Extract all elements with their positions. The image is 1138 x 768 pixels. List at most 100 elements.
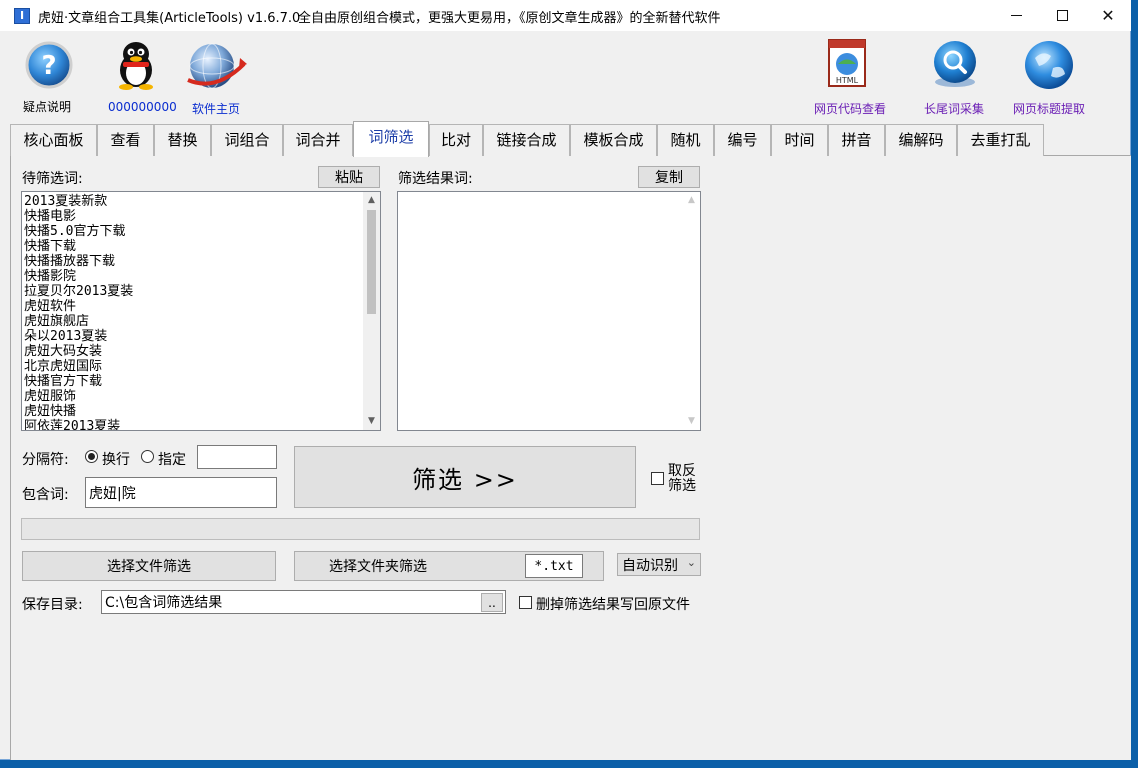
qq-penguin-icon (119, 42, 153, 90)
chevron-down-icon: ⌄ (686, 556, 696, 569)
tab-time[interactable]: 时间 (771, 124, 828, 156)
save-dir-input[interactable]: C:\包含词筛选结果 (101, 590, 506, 614)
minimize-button[interactable] (993, 0, 1039, 31)
html-file-icon: HTML (828, 39, 866, 87)
source-words-label: 待筛选词: (22, 171, 83, 187)
list-item: 虎妞软件 (24, 299, 77, 314)
tab-dedupe-shuffle[interactable]: 去重打乱 (957, 124, 1044, 156)
list-item: 虎妞快播 (24, 404, 77, 419)
longtail-button[interactable]: 长尾词采集 (918, 36, 994, 116)
invert-filter-checkbox[interactable] (651, 472, 664, 485)
invert-filter-label-line1: 取反 (668, 463, 696, 479)
radio-newline[interactable] (85, 450, 98, 463)
invert-filter-label: 取反 筛选 (668, 464, 696, 494)
scroll-up-icon[interactable]: ▲ (683, 192, 700, 209)
filter-button[interactable]: 筛选 >> (294, 446, 636, 508)
list-item: 朵以2013夏装 (24, 329, 108, 344)
close-icon: ✕ (1101, 6, 1115, 25)
radio-newline-label: 换行 (102, 452, 130, 468)
tab-number[interactable]: 编号 (714, 124, 771, 156)
help-label: 疑点说明 (23, 100, 72, 114)
source-words-textarea[interactable]: 2013夏装新款 快播电影 快播5.0官方下载 快播下载 快播播放器下载 快播影院 拉夏贝尔… (21, 191, 381, 431)
page-title-label: 网页标题提取 (1013, 102, 1086, 116)
tab-word-merge[interactable]: 词合并 (283, 124, 353, 156)
list-item: 北京虎妞国际 (24, 359, 103, 374)
separator-label: 分隔符: (22, 452, 69, 468)
home-label: 软件主页 (192, 102, 241, 116)
tab-encode-decode[interactable]: 编解码 (885, 124, 957, 156)
tab-word-filter[interactable]: 词筛选 (353, 121, 429, 157)
delete-writeback-label: 删掉筛选结果写回原文件 (536, 597, 690, 613)
help-icon: ? (25, 41, 73, 89)
choose-file-button[interactable]: 选择文件筛选 (22, 551, 276, 581)
browse-button[interactable]: .. (481, 593, 503, 612)
scroll-down-icon[interactable]: ▼ (683, 413, 700, 430)
list-item: 快播官方下载 (24, 374, 103, 389)
file-extension-input[interactable]: *.txt (525, 554, 583, 578)
list-item: 快播5.0官方下载 (24, 224, 126, 239)
save-dir-label: 保存目录: (22, 597, 83, 613)
copy-button[interactable]: 复制 (638, 166, 700, 188)
app-icon: I (14, 8, 30, 24)
qq-button[interactable]: 000000000 (104, 36, 177, 116)
source-word-list: 2013夏装新款 快播电影 快播5.0官方下载 快播下载 快播播放器下载 快播影院 拉夏贝尔… (24, 194, 134, 431)
help-button[interactable]: ? 疑点说明 (18, 36, 80, 116)
tab-core-panel[interactable]: 核心面板 (10, 124, 97, 156)
tab-replace[interactable]: 替换 (154, 124, 211, 156)
result-words-textarea[interactable]: ▲ ▼ (397, 191, 701, 431)
qq-label: 000000000 (108, 100, 177, 114)
html-view-button[interactable]: HTML 网页代码查看 (810, 36, 894, 116)
tab-link-compose[interactable]: 链接合成 (483, 124, 570, 156)
list-item: 2013夏装新款 (24, 194, 108, 209)
taskbar-strip (0, 760, 1138, 768)
scroll-down-icon[interactable]: ▼ (363, 413, 380, 430)
html-view-label: 网页代码查看 (814, 102, 887, 116)
maximize-button[interactable] (1039, 0, 1085, 31)
paste-button[interactable]: 粘贴 (318, 166, 380, 188)
delete-writeback-checkbox[interactable] (519, 596, 532, 609)
result-scrollbar[interactable]: ▲ ▼ (683, 192, 700, 430)
custom-separator-input[interactable] (197, 445, 277, 469)
maximize-icon (1056, 10, 1068, 21)
tab-template-compose[interactable]: 模板合成 (570, 124, 657, 156)
close-button[interactable]: ✕ (1085, 0, 1131, 31)
list-item: 拉夏贝尔2013夏装 (24, 284, 134, 299)
minimize-icon (1010, 15, 1022, 16)
tab-word-combine[interactable]: 词组合 (211, 124, 283, 156)
home-button[interactable]: 软件主页 (182, 36, 252, 116)
encoding-select-value: 自动识别 (622, 557, 678, 574)
tab-view[interactable]: 查看 (97, 124, 154, 156)
earth-icon (1025, 41, 1073, 89)
radio-custom-label: 指定 (158, 452, 186, 468)
list-item: 虎妞大码女装 (24, 344, 103, 359)
scroll-thumb[interactable] (367, 210, 376, 314)
longtail-label: 长尾词采集 (924, 102, 985, 116)
html-badge-text: HTML (836, 76, 859, 85)
scroll-up-icon[interactable]: ▲ (363, 192, 380, 209)
tab-pinyin[interactable]: 拼音 (828, 124, 885, 156)
globe-icon (187, 43, 247, 89)
svg-text:?: ? (41, 51, 56, 81)
title-bar: I 虎妞·文章组合工具集(ArticleTools) v1.6.7.0 全自由原… (0, 0, 1131, 31)
invert-filter-label-line2: 筛选 (668, 478, 696, 494)
include-words-label: 包含词: (22, 487, 69, 503)
search-icon (934, 41, 976, 87)
progress-bar (21, 518, 700, 540)
source-scrollbar[interactable]: ▲ ▼ (363, 192, 380, 430)
list-item: 快播影院 (24, 269, 77, 284)
main-window: I 虎妞·文章组合工具集(ArticleTools) v1.6.7.0 全自由原… (0, 0, 1131, 760)
encoding-select[interactable]: 自动识别 ⌄ (617, 553, 701, 576)
list-item: 快播播放器下载 (24, 254, 116, 269)
tab-random[interactable]: 随机 (657, 124, 714, 156)
list-item: 虎妞服饰 (24, 389, 77, 404)
window-slogan: 全自由原创组合模式，更强大更易用，《原创文章生成器》的全新替代软件 (298, 11, 721, 26)
include-words-input[interactable]: 虎妞|院 (85, 477, 277, 508)
result-words-label: 筛选结果词: (398, 171, 473, 187)
choose-folder-label: 选择文件夹筛选 (329, 559, 427, 575)
radio-custom[interactable] (141, 450, 154, 463)
tab-compare[interactable]: 比对 (429, 124, 483, 156)
list-item: 虎妞旗舰店 (24, 314, 90, 329)
page-title-button[interactable]: 网页标题提取 (1008, 36, 1092, 116)
window-title: 虎妞·文章组合工具集(ArticleTools) v1.6.7.0 (38, 11, 301, 26)
list-item: 阿依莲2013夏装 (24, 419, 121, 431)
